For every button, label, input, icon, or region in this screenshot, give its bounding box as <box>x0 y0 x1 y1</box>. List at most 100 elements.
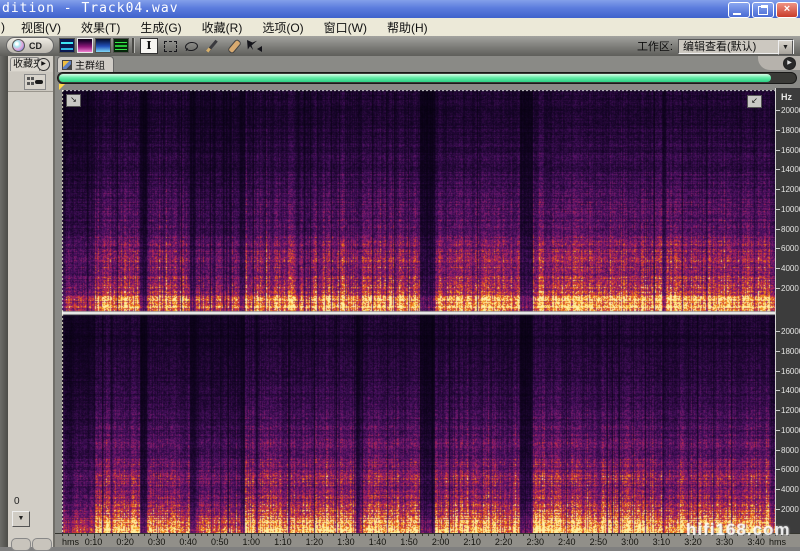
panel-menu-icon[interactable]: ▶ <box>37 58 50 71</box>
menu-item-favorites[interactable]: 收藏(R) <box>192 19 253 36</box>
window-controls: × <box>728 2 798 18</box>
spectral-frequency-view-icon[interactable] <box>77 38 93 53</box>
workspace-control: 工作区: 编辑查看(默认) ▼ <box>637 38 794 54</box>
time-minor-tick <box>87 534 88 536</box>
time-minor-tick <box>327 534 328 536</box>
time-minor-tick <box>112 534 113 536</box>
marquee-selection-tool-icon[interactable] <box>161 38 179 54</box>
freq-tick <box>776 410 780 411</box>
freq-tick-label: 10000 <box>781 205 800 214</box>
time-minor-tick <box>264 534 265 536</box>
minimize-button[interactable] <box>728 2 750 18</box>
tab-main-group[interactable]: 主群组 <box>57 56 114 72</box>
panel-flyout-icon[interactable]: ▶ <box>783 57 796 70</box>
freq-tick <box>776 110 780 111</box>
horizontal-zoom-scrollbar[interactable] <box>59 74 771 82</box>
range-expand-left-icon[interactable]: ↘ <box>66 94 81 107</box>
tab-main-group-label: 主群组 <box>75 57 105 72</box>
freq-tick-label: 6000 <box>781 244 799 253</box>
time-minor-tick <box>548 534 549 536</box>
menu-item-options[interactable]: 选项(O) <box>252 19 313 36</box>
time-minor-tick <box>643 534 644 536</box>
time-tick-label: 0:30 <box>148 537 166 547</box>
time-minor-tick <box>636 534 637 536</box>
restore-button[interactable] <box>752 2 774 18</box>
time-minor-tick <box>655 534 656 536</box>
workspace-dropdown[interactable]: 编辑查看(默认) ▼ <box>678 39 794 54</box>
menu-item-view[interactable]: 视图(V) <box>11 19 71 36</box>
time-minor-tick <box>403 534 404 536</box>
scrub-tool-icon[interactable] <box>245 38 263 54</box>
cd-view-button[interactable]: CD <box>29 41 42 51</box>
chevron-down-icon[interactable]: ▼ <box>778 40 793 55</box>
time-minor-tick <box>447 534 448 536</box>
time-tick-label: 2:40 <box>558 537 576 547</box>
time-minor-tick <box>333 534 334 536</box>
time-minor-tick <box>680 534 681 536</box>
time-tick-label: 0:20 <box>116 537 134 547</box>
list-grid-icon <box>27 77 34 85</box>
time-minor-tick <box>611 534 612 536</box>
time-minor-tick <box>340 534 341 536</box>
multitrack-view-icon[interactable] <box>113 38 129 53</box>
close-button[interactable]: × <box>776 2 798 18</box>
panel-value-label: 0 <box>14 496 20 507</box>
menu-item-generate[interactable]: 生成(G) <box>130 19 191 36</box>
time-minor-tick <box>422 534 423 536</box>
freq-tick <box>776 150 780 151</box>
time-minor-tick <box>106 534 107 536</box>
panel-dropdown-button[interactable]: ▼ <box>12 511 30 527</box>
lasso-selection-tool-icon[interactable] <box>182 38 200 54</box>
frequency-ruler[interactable]: Hz 2000018000160001400012000100008000600… <box>775 88 800 533</box>
freq-tick <box>776 390 780 391</box>
favorites-toolbar <box>8 72 53 92</box>
time-tick-label: 2:50 <box>590 537 608 547</box>
time-minor-tick <box>390 534 391 536</box>
time-tick-label: 0:50 <box>211 537 229 547</box>
spot-healing-brush-tool-icon[interactable] <box>224 38 242 54</box>
menu-item-clipped[interactable]: ) <box>0 20 11 34</box>
audition-window: dition - Track04.wav × ) 视图(V) 效果(T) 生成(… <box>0 0 800 547</box>
freq-tick-label: 2000 <box>781 505 799 514</box>
time-minor-tick <box>567 534 568 536</box>
freq-tick-label: 20000 <box>781 106 800 115</box>
menu-item-window[interactable]: 窗口(W) <box>314 19 377 36</box>
toolbar-separator <box>132 38 135 53</box>
cd-panel: CD <box>6 37 54 54</box>
title-bar[interactable]: dition - Track04.wav × <box>0 0 800 18</box>
time-minor-tick <box>661 534 662 536</box>
tool-buttons: I <box>140 38 263 54</box>
frequency-unit-label: Hz <box>781 92 792 102</box>
main-group-area: 主群组 ▶ ↘ ↙ Hz 200001800016000140001200010… <box>55 56 800 547</box>
time-minor-tick <box>138 534 139 536</box>
tab-favorites[interactable]: 收藏夹 <box>10 57 40 71</box>
tabrow-corner: ▶ <box>758 56 800 70</box>
edit-favorites-button[interactable] <box>24 74 46 90</box>
menu-item-help[interactable]: 帮助(H) <box>377 19 438 36</box>
time-tick-label: 1:10 <box>274 537 292 547</box>
horizontal-zoom-track[interactable] <box>57 72 797 84</box>
time-selection-tool-icon[interactable]: I <box>140 38 158 54</box>
time-minor-tick <box>226 534 227 536</box>
time-minor-tick <box>510 534 511 536</box>
spectrogram-display[interactable] <box>62 90 775 533</box>
view-buttons <box>59 38 129 53</box>
time-tick-label: 3:10 <box>653 537 671 547</box>
freq-tick-label: 8000 <box>781 446 799 455</box>
spectral-pan-view-icon[interactable] <box>95 38 111 53</box>
waveform-view-icon[interactable] <box>59 38 75 53</box>
time-tick-label: 1:00 <box>243 537 261 547</box>
cd-disc-icon[interactable] <box>12 39 25 52</box>
time-minor-tick <box>523 534 524 536</box>
time-minor-tick <box>100 534 101 536</box>
watermark: hifi168.com <box>686 520 791 540</box>
time-tick-label: 1:30 <box>337 537 355 547</box>
time-minor-tick <box>245 534 246 536</box>
freq-tick-label: 4000 <box>781 485 799 494</box>
time-minor-tick <box>119 534 120 536</box>
range-expand-right-icon[interactable]: ↙ <box>747 95 762 108</box>
freq-tick <box>776 450 780 451</box>
effects-paintbrush-tool-icon[interactable] <box>203 38 221 54</box>
time-minor-tick <box>176 534 177 536</box>
menu-item-effects[interactable]: 效果(T) <box>71 19 130 36</box>
